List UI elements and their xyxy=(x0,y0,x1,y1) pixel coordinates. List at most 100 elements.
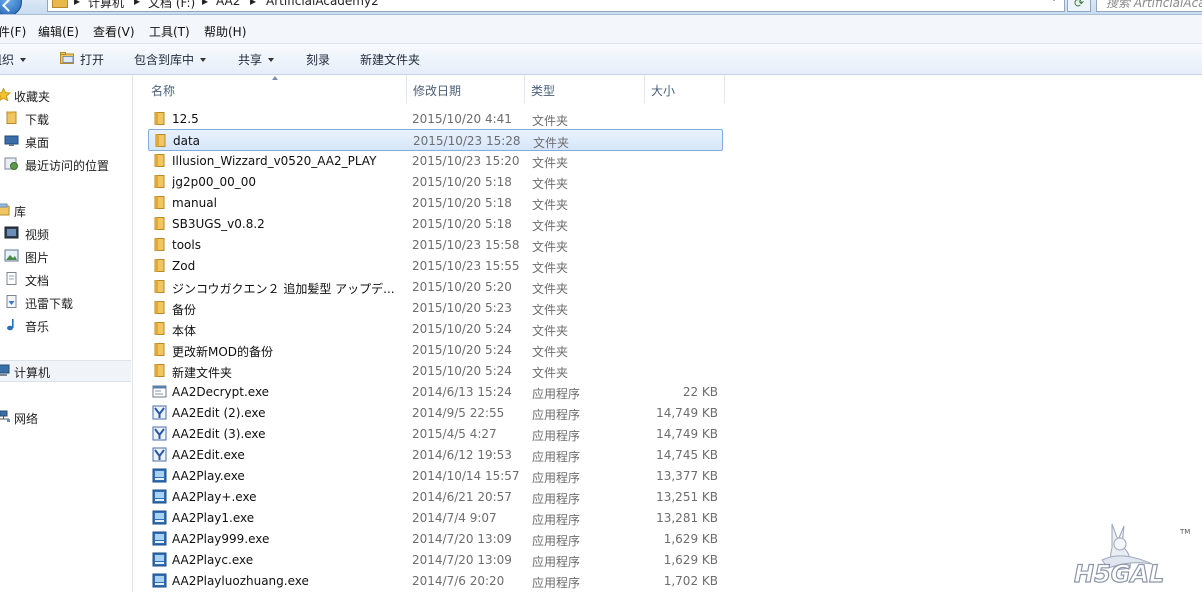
menu-edit[interactable]: 编辑(E) xyxy=(38,23,79,40)
file-row[interactable]: AA2Decrypt.exe 2014/6/13 15:24 应用程序 22 KB xyxy=(148,381,722,402)
file-date: 2014/7/6 20:20 xyxy=(412,574,505,588)
nav-computer[interactable]: 计算机 xyxy=(0,360,131,382)
file-row[interactable]: 12.5 2015/10/20 4:41 文件夹 xyxy=(148,108,722,129)
file-row[interactable]: AA2Play.exe 2014/10/14 15:57 应用程序 13,377 KB xyxy=(148,465,722,486)
svg-text:TM: TM xyxy=(1179,528,1190,536)
menu-file[interactable]: 件(F) xyxy=(0,23,26,40)
file-name: AA2Edit (2).exe xyxy=(172,406,266,420)
file-type: 文件夹 xyxy=(532,261,569,275)
file-name: SB3UGS_v0.8.2 xyxy=(172,217,265,231)
file-row[interactable]: Zod 2015/10/23 15:55 文件夹 xyxy=(148,255,722,276)
menu-help[interactable]: 帮助(H) xyxy=(204,23,246,40)
column-type[interactable]: 类型 xyxy=(524,75,645,103)
sort-ascending-icon xyxy=(272,76,278,80)
nav-pictures[interactable]: 图片 xyxy=(0,246,131,266)
refresh-button[interactable]: ⟳ xyxy=(1067,0,1091,12)
file-date: 2015/10/20 5:23 xyxy=(412,301,512,315)
file-type: 文件夹 xyxy=(532,345,569,359)
menu-view[interactable]: 查看(V) xyxy=(93,23,135,40)
file-row[interactable]: AA2Play+.exe 2014/6/21 20:57 应用程序 13,251 KB xyxy=(148,486,722,507)
file-row[interactable]: ジンコウガクエン２ 追加髪型 アップデ... 2015/10/20 5:20 文件夹 xyxy=(148,276,722,297)
file-date: 2015/10/20 5:18 xyxy=(412,196,512,210)
file-type: 应用程序 xyxy=(532,534,581,548)
address-bar: ▸ 计算机 ▸ 文档 (F:) ▸ AA2 ▸ ArtificialAcadem… xyxy=(0,0,1202,15)
nav-downloads[interactable]: 下载 xyxy=(0,108,131,128)
open-button[interactable]: 打开 xyxy=(80,51,104,68)
file-row[interactable]: AA2Play999.exe 2014/7/20 13:09 应用程序 1,629 K… xyxy=(148,528,722,549)
nav-favorites[interactable]: 收藏夹 xyxy=(0,85,131,105)
music-icon xyxy=(7,319,14,331)
nav-xunlei[interactable]: 迅雷下载 xyxy=(0,292,131,312)
file-size: 1,629 KB xyxy=(663,553,718,567)
file-type: 文件夹 xyxy=(532,366,569,380)
refresh-icon: ⟳ xyxy=(1073,0,1085,10)
file-type: 应用程序 xyxy=(532,492,581,506)
back-button[interactable] xyxy=(0,0,22,14)
breadcrumb-computer[interactable]: 计算机 xyxy=(88,0,124,11)
video-icon xyxy=(4,226,19,239)
file-type: 文件夹 xyxy=(532,198,569,212)
file-size: 1,629 KB xyxy=(663,532,718,546)
file-name: 新建文件夹 xyxy=(172,366,233,380)
file-date: 2014/6/12 19:53 xyxy=(412,448,512,462)
file-row[interactable]: AA2Edit.exe 2014/6/12 19:53 应用程序 14,745 KB xyxy=(148,444,722,465)
file-row[interactable]: 备份 2015/10/20 5:23 文件夹 xyxy=(148,297,722,318)
file-row[interactable]: AA2Edit (3).exe 2015/4/5 4:27 应用程序 14,749 K… xyxy=(148,423,722,444)
file-date: 2015/4/5 4:27 xyxy=(412,427,497,441)
star-icon xyxy=(0,88,11,101)
column-headers: 名称 修改日期 类型 大小 xyxy=(144,75,728,103)
breadcrumb-aa2[interactable]: AA2 xyxy=(216,0,240,8)
file-row[interactable]: AA2Edit (2).exe 2014/9/5 22:55 应用程序 14,749 … xyxy=(148,402,722,423)
nav-network[interactable]: 网络 xyxy=(0,407,131,427)
address-dropdown-icon[interactable] xyxy=(1050,0,1058,1)
file-row[interactable]: data 2015/10/23 15:28 文件夹 xyxy=(148,129,723,151)
share-button[interactable]: 共享 xyxy=(238,51,275,68)
file-name: AA2Playluozhuang.exe xyxy=(172,574,309,588)
file-row[interactable]: 更改新MOD的备份 2015/10/20 5:24 文件夹 xyxy=(148,339,722,360)
file-row[interactable]: 本体 2015/10/20 5:24 文件夹 xyxy=(148,318,722,339)
nav-desktop[interactable]: 桌面 xyxy=(0,131,131,151)
breadcrumb-drive[interactable]: 文档 (F:) xyxy=(148,0,195,11)
file-type: 应用程序 xyxy=(532,513,581,527)
column-date-modified[interactable]: 修改日期 xyxy=(406,75,525,103)
file-date: 2015/10/20 4:41 xyxy=(412,112,512,126)
file-row[interactable]: tools 2015/10/23 15:58 文件夹 xyxy=(148,234,722,255)
file-type: 文件夹 xyxy=(532,303,569,317)
file-size: 14,749 KB xyxy=(656,427,718,441)
nav-libraries[interactable]: 库 xyxy=(0,200,131,220)
h5gal-watermark-logo: H5GAL TM xyxy=(1073,523,1190,589)
file-name: tools xyxy=(172,238,201,252)
command-bar: 组织 打开 包含到库中 共享 刻录 新建文件夹 xyxy=(0,44,1202,75)
nav-documents[interactable]: 文档 xyxy=(0,269,131,289)
file-row[interactable]: AA2Playluozhuang.exe 2014/7/6 20:20 应用程序 1,… xyxy=(148,570,722,591)
document-icon xyxy=(6,272,17,285)
nav-videos[interactable]: 视频 xyxy=(0,223,131,243)
address-box[interactable] xyxy=(47,0,1065,12)
file-row[interactable]: Illusion_Wizzard_v0520_AA2_PLAY 2015/10/2… xyxy=(148,150,722,171)
menu-tools[interactable]: 工具(T) xyxy=(149,23,190,40)
file-row[interactable]: manual 2015/10/20 5:18 文件夹 xyxy=(148,192,722,213)
file-row[interactable]: 新建文件夹 2015/10/20 5:24 文件夹 xyxy=(148,360,722,381)
file-name: AA2Decrypt.exe xyxy=(172,385,270,399)
breadcrumb-folder[interactable]: ArtificialAcademy2 xyxy=(266,0,379,8)
file-name: ジンコウガクエン２ 追加髪型 アップデ... xyxy=(172,282,395,296)
organize-button[interactable]: 组织 xyxy=(0,51,27,68)
nav-music[interactable]: 音乐 xyxy=(0,315,131,335)
file-type: 文件夹 xyxy=(532,219,569,233)
include-in-library-button[interactable]: 包含到库中 xyxy=(134,51,207,68)
file-row[interactable]: SB3UGS_v0.8.2 2015/10/20 5:18 文件夹 xyxy=(148,213,722,234)
new-folder-button[interactable]: 新建文件夹 xyxy=(360,51,420,68)
column-size[interactable]: 大小 xyxy=(644,75,725,103)
file-row[interactable]: jg2p00_00_00 2015/10/20 5:18 文件夹 xyxy=(148,171,722,192)
file-name: jg2p00_00_00 xyxy=(172,175,257,189)
file-date: 2015/10/23 15:28 xyxy=(413,134,521,148)
nav-recent[interactable]: 最近访问的位置 xyxy=(0,154,131,174)
file-row[interactable]: AA2Play1.exe 2014/7/4 9:07 应用程序 13,281 KB xyxy=(148,507,722,528)
menu-bar: 件(F) 编辑(E) 查看(V) 工具(T) 帮助(H) xyxy=(0,15,1202,44)
file-name: 更改新MOD的备份 xyxy=(172,345,274,359)
file-size: 13,251 KB xyxy=(656,490,718,504)
file-date: 2014/10/14 15:57 xyxy=(412,469,520,483)
file-row[interactable]: AA2Playc.exe 2014/7/20 13:09 应用程序 1,629 KB xyxy=(148,549,722,570)
burn-button[interactable]: 刻录 xyxy=(306,51,330,68)
file-date: 2014/7/20 13:09 xyxy=(412,532,512,546)
